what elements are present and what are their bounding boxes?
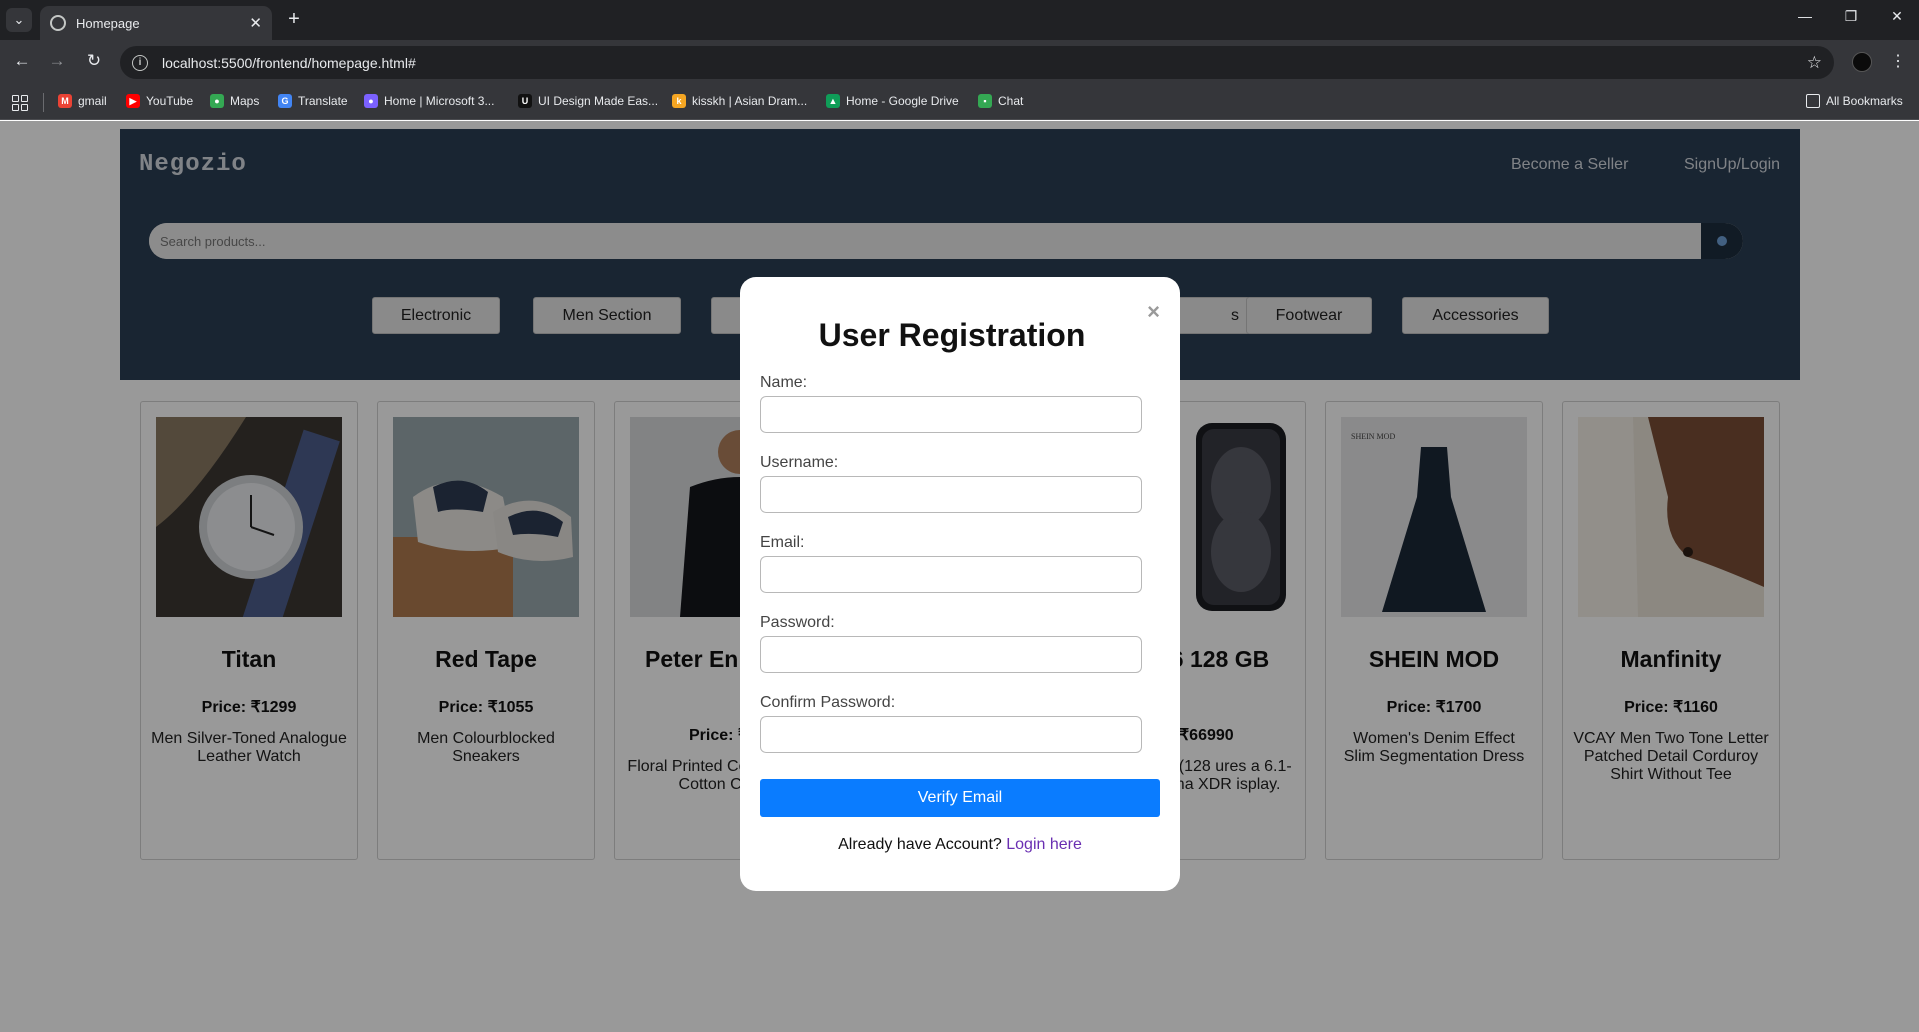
login-prompt-text: Already have Account? [838,836,1002,853]
url-text[interactable]: localhost:5500/frontend/homepage.html# [162,55,1807,71]
email-field[interactable] [760,556,1142,593]
bookmark-label: Translate [298,94,348,108]
bookmark-label: gmail [78,94,107,108]
new-tab-icon[interactable]: + [282,8,306,31]
confirm-password-field[interactable] [760,716,1142,753]
bookmark-gmail[interactable]: Mgmail [58,94,107,108]
bookmark-maps[interactable]: ● Maps [210,94,259,108]
bookmark-label: UI Design Made Eas... [538,94,659,108]
login-prompt: Already have Account? Login here [740,836,1180,854]
tab-search-chevron-icon[interactable]: ⌄ [6,8,32,32]
bookmark-label: Home | Microsoft 3... [384,94,495,108]
bookmark-chat[interactable]: ▪ Chat [978,94,1023,108]
bookmark-star-icon[interactable]: ☆ [1807,53,1822,73]
confirm-password-label: Confirm Password: [760,694,896,711]
browser-tab[interactable]: Homepage ✕ [40,6,272,40]
address-bar[interactable]: i localhost:5500/frontend/homepage.html#… [120,46,1834,79]
forward-arrow-icon[interactable]: → [45,51,69,71]
web-page: Negozio Become a Seller SignUp/Login Ele… [0,121,1919,1032]
verify-email-button[interactable]: Verify Email [760,779,1160,817]
bookmark-kisskh[interactable]: k kisskh | Asian Dram... [672,94,807,108]
site-info-icon[interactable]: i [132,54,148,71]
bookmark-label: kisskh | Asian Dram... [692,94,808,108]
all-bookmarks[interactable]: All Bookmarks [1806,94,1903,108]
name-label: Name: [760,374,808,391]
chat-icon: ▪ [978,94,992,108]
bookmark-label: Maps [230,94,260,108]
username-label: Username: [760,454,839,471]
bookmark-label: YouTube [146,94,194,108]
reload-icon[interactable]: ↻ [82,51,106,71]
kisskh-icon: k [672,94,686,108]
minimize-icon[interactable]: — [1790,8,1820,24]
folder-icon [1806,94,1820,108]
username-field[interactable] [760,476,1142,513]
apps-grid-icon[interactable] [12,95,28,111]
maps-icon: ● [210,94,224,108]
bookmark-drive[interactable]: ▲ Home - Google Drive [826,94,959,108]
microsoft-icon: ● [364,94,378,108]
bookmark-label: Chat [998,94,1024,108]
all-bookmarks-label: All Bookmarks [1826,94,1903,108]
globe-icon [50,15,66,31]
gmail-icon: M [58,94,72,108]
translate-icon: G [278,94,292,108]
login-here-link[interactable]: Login here [1006,836,1082,853]
profile-avatar[interactable] [1852,52,1872,72]
registration-modal: × User Registration Name: Username: Emai… [740,277,1180,891]
window-close-icon[interactable]: ✕ [1882,8,1912,25]
email-label: Email: [760,534,805,551]
ui-design-icon: U [518,94,532,108]
drive-icon: ▲ [826,94,840,108]
bookmark-ui-design[interactable]: U UI Design Made Eas... [518,94,658,108]
restore-icon[interactable]: ❐ [1836,8,1866,25]
tab-title: Homepage [76,15,140,31]
browser-menu-icon[interactable]: ⋮ [1890,51,1906,71]
bookmarks-divider [43,93,44,112]
bookmark-microsoft[interactable]: ● Home | Microsoft 3... [364,94,494,108]
browser-toolbar: ← → ↻ i localhost:5500/frontend/homepage… [0,40,1919,85]
youtube-icon: ▶ [126,94,140,108]
back-arrow-icon[interactable]: ← [10,51,34,71]
bookmark-label: Home - Google Drive [846,94,959,108]
password-label: Password: [760,614,835,631]
browser-tab-bar: ⌄ Homepage ✕ + — ❐ ✕ [0,0,1919,40]
name-field[interactable] [760,396,1142,433]
password-field[interactable] [760,636,1142,673]
modal-title: User Registration [818,317,1086,353]
bookmark-youtube[interactable]: ▶ YouTube [126,94,193,108]
bookmark-translate[interactable]: G Translate [278,94,348,108]
tab-close-icon[interactable]: ✕ [249,14,262,32]
